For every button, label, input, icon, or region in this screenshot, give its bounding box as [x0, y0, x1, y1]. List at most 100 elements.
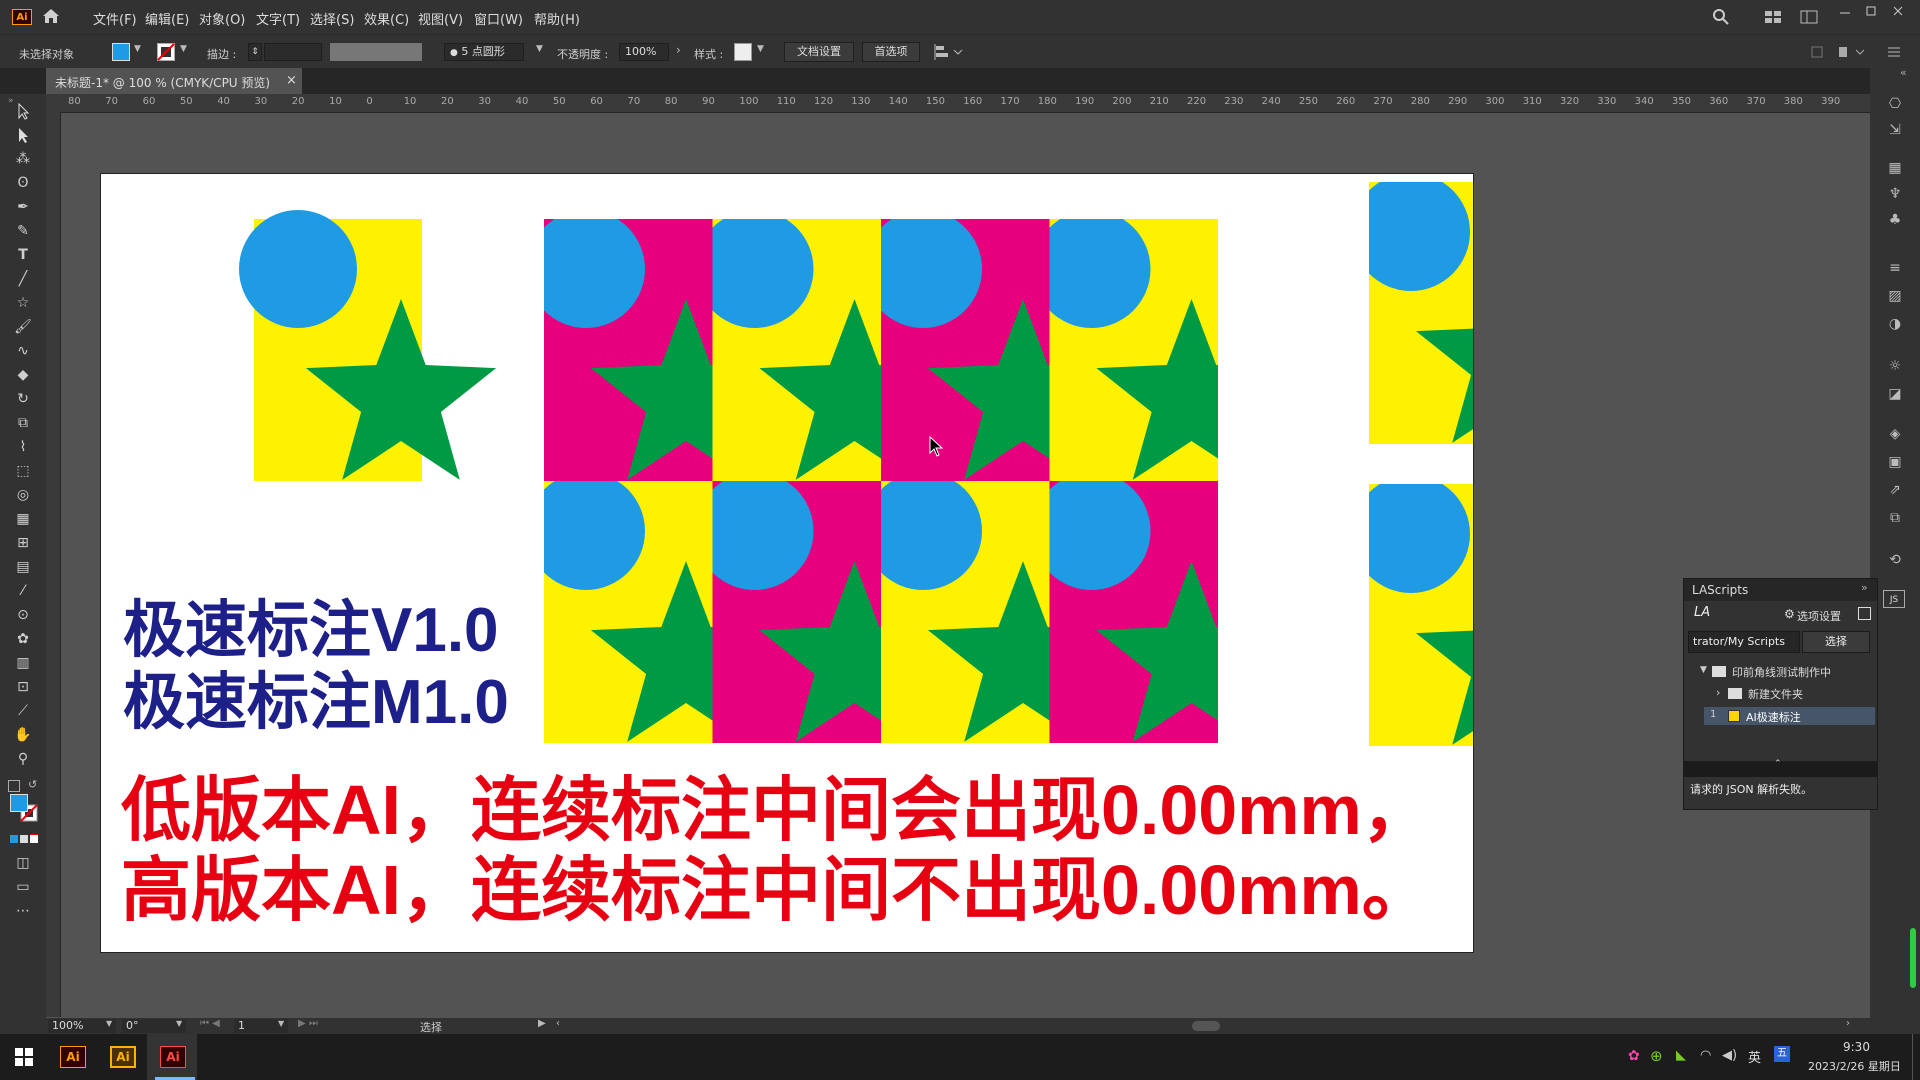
flower-tray-icon[interactable]: ✿ [1628, 1048, 1640, 1064]
mesh-tool-icon[interactable]: ⊞ [13, 534, 33, 552]
stroke-panel-icon[interactable]: ≡ [1885, 260, 1905, 278]
menu-type[interactable]: 文字(T) [256, 9, 300, 28]
stroke-none-swatch[interactable] [157, 43, 175, 61]
ime-tray-icon[interactable]: 五 [1774, 1046, 1790, 1062]
appearance-panel-icon[interactable]: ☼ [1885, 358, 1905, 376]
minimize-icon[interactable] [1838, 5, 1852, 19]
rotate-tool-icon[interactable]: ↻ [13, 390, 33, 408]
document-tab[interactable]: 未标题-1* @ 100 % (CMYK/CPU 预览) × [46, 68, 302, 94]
chevron-down-icon[interactable]: ▼ [180, 44, 187, 54]
horizontal-ruler[interactable]: 80 70 60 50 40 30 20 10 0 10 20 30 40 50 60 70 80 90 100 11… [46, 94, 1870, 113]
panel-splitter[interactable]: ⌃ [1684, 759, 1877, 777]
variable-width-profile[interactable] [330, 43, 422, 61]
vertical-ruler[interactable] [46, 112, 61, 1017]
clock-time[interactable]: 9:30 [1843, 1040, 1870, 1054]
menu-view[interactable]: 视图(V) [418, 9, 463, 28]
close-icon[interactable] [1891, 4, 1905, 18]
swatches-icon[interactable]: ▦ [1885, 160, 1905, 178]
export-icon[interactable]: ⇲ [1885, 122, 1905, 140]
star-tool-icon[interactable]: ☆ [13, 294, 33, 312]
extension-panel-icon[interactable]: ⟲ [1885, 552, 1905, 570]
eyedropper-tool-icon[interactable]: ⁄ [13, 582, 33, 600]
menu-window[interactable]: 窗口(W) [474, 9, 523, 28]
chevron-left-icon[interactable]: ‹ [556, 1018, 560, 1029]
taskbar-app-illustrator-1[interactable]: Ai [60, 1046, 86, 1068]
menu-select[interactable]: 选择(S) [310, 9, 354, 28]
gear-icon[interactable]: ⚙ [1784, 607, 1795, 621]
add-tray-icon[interactable]: ⊕ [1650, 1047, 1663, 1065]
brushes-icon[interactable]: ♆ [1885, 186, 1905, 204]
shaper-tool-icon[interactable]: ∿ [13, 342, 33, 360]
chevron-right-icon[interactable]: › [1846, 1018, 1850, 1029]
pattern-grid[interactable] [527, 210, 1287, 743]
panel-menu-icon[interactable] [1886, 45, 1902, 59]
warp-tool-icon[interactable]: ⌇ [13, 438, 33, 456]
perspective-grid-tool-icon[interactable]: ▦ [13, 510, 33, 528]
chevron-right-icon[interactable]: ▶ [538, 1018, 546, 1029]
menu-file[interactable]: 文件(F) [93, 9, 137, 28]
shape-builder-tool-icon[interactable]: ◎ [13, 486, 33, 504]
tree-item-script-selected[interactable]: 1 AI极速标注 [1704, 707, 1875, 725]
type-tool-icon[interactable]: T [13, 246, 33, 264]
options-settings-button[interactable]: 选项设置 [1797, 608, 1841, 624]
gradient-tool-icon[interactable]: ▤ [13, 558, 33, 576]
default-colors-icon[interactable] [8, 780, 20, 792]
curvature-tool-icon[interactable]: ✎ [13, 222, 33, 240]
stroke-stepper[interactable]: ⇕ [248, 43, 262, 61]
line-tool-icon[interactable]: ╱ [13, 270, 33, 288]
scripts-path-field[interactable]: trator/My Scripts [1688, 631, 1800, 653]
css-properties-icon[interactable]: ⎔ [1885, 96, 1905, 114]
show-desktop-button[interactable] [1912, 1034, 1920, 1080]
sample-tile-left[interactable] [239, 210, 497, 481]
lascripts-tab[interactable]: LAScripts [1692, 583, 1748, 597]
layers-panel-icon[interactable]: ◈ [1885, 426, 1905, 444]
collapse-panel-icon[interactable]: » [1861, 581, 1868, 594]
isolate-icon[interactable] [1810, 45, 1826, 59]
fill-color-swatch[interactable] [112, 43, 130, 61]
js-scripts-icon[interactable]: JS [1883, 590, 1905, 608]
eraser-tool-icon[interactable]: ◆ [13, 366, 33, 384]
artboard[interactable]: 极速标注V1.0 极速标注M1.0 低版本AI，连续标注中间会出现0.00mm，… [100, 173, 1474, 953]
arrange-icon[interactable] [1838, 45, 1866, 59]
brush-definition[interactable]: ● 5 点圆形 [444, 43, 524, 61]
graphic-style-swatch[interactable] [734, 43, 752, 61]
maximize-icon[interactable] [1864, 4, 1878, 18]
blend-tool-icon[interactable]: ⊙ [13, 606, 33, 624]
screen-mode-icon[interactable]: ▭ [13, 878, 33, 896]
search-icon[interactable] [1712, 8, 1730, 26]
chevron-down-icon[interactable]: ▼ [176, 1019, 182, 1028]
note-line-1[interactable]: 低版本AI，连续标注中间会出现0.00mm， [121, 770, 1432, 850]
symbol-sprayer-tool-icon[interactable]: ✿ [13, 630, 33, 648]
menu-edit[interactable]: 编辑(E) [145, 9, 189, 28]
asset-export-icon[interactable]: ⧉ [1885, 510, 1905, 528]
column-graph-tool-icon[interactable]: ▥ [13, 654, 33, 672]
chevron-down-icon[interactable]: ▼ [536, 44, 543, 54]
menu-effect[interactable]: 效果(C) [364, 9, 409, 28]
heading-line-2[interactable]: 极速标注M1.0 [123, 668, 509, 738]
tree-item-folder-new[interactable]: › 新建文件夹 [1716, 685, 1875, 703]
select-folder-button[interactable]: 选择 [1802, 631, 1870, 653]
arrange-documents-icon[interactable] [1764, 10, 1782, 24]
color-mode-buttons[interactable] [10, 832, 40, 843]
first-artboard-icon[interactable]: ⏮ ◀ [200, 1018, 220, 1029]
cropped-tile[interactable] [1352, 174, 1473, 444]
tree-item-folder-root[interactable]: ▼ 印前角线测试制作中 [1700, 663, 1875, 681]
scrollbar-indicator[interactable] [1910, 928, 1916, 988]
artboard-tool-icon[interactable]: ⊡ [13, 678, 33, 696]
clock-date[interactable]: 2023/2/26 星期日 [1808, 1058, 1901, 1074]
workspace-switcher-icon[interactable] [1800, 10, 1818, 24]
lasso-tool-icon[interactable]: ʘ [13, 174, 33, 192]
chevron-down-icon[interactable]: ▼ [106, 1019, 112, 1028]
last-artboard-icon[interactable]: ▶ ⏭ [298, 1018, 318, 1029]
cropped-tiles[interactable] [1352, 174, 1473, 746]
reload-icon[interactable] [1858, 607, 1871, 620]
heading-line-1[interactable]: 极速标注V1.0 [123, 596, 499, 666]
input-method-indicator[interactable]: 英 [1748, 1047, 1761, 1066]
graphic-styles-icon[interactable]: ◪ [1885, 386, 1905, 404]
chevron-down-icon[interactable]: ▼ [757, 44, 764, 54]
chevron-down-icon[interactable]: ▼ [278, 1019, 284, 1028]
slice-tool-icon[interactable]: ⟋ [13, 702, 33, 720]
nvidia-tray-icon[interactable]: ◣ [1676, 1048, 1686, 1063]
home-icon[interactable] [42, 8, 60, 24]
scale-tool-icon[interactable]: ⧉ [13, 414, 33, 432]
